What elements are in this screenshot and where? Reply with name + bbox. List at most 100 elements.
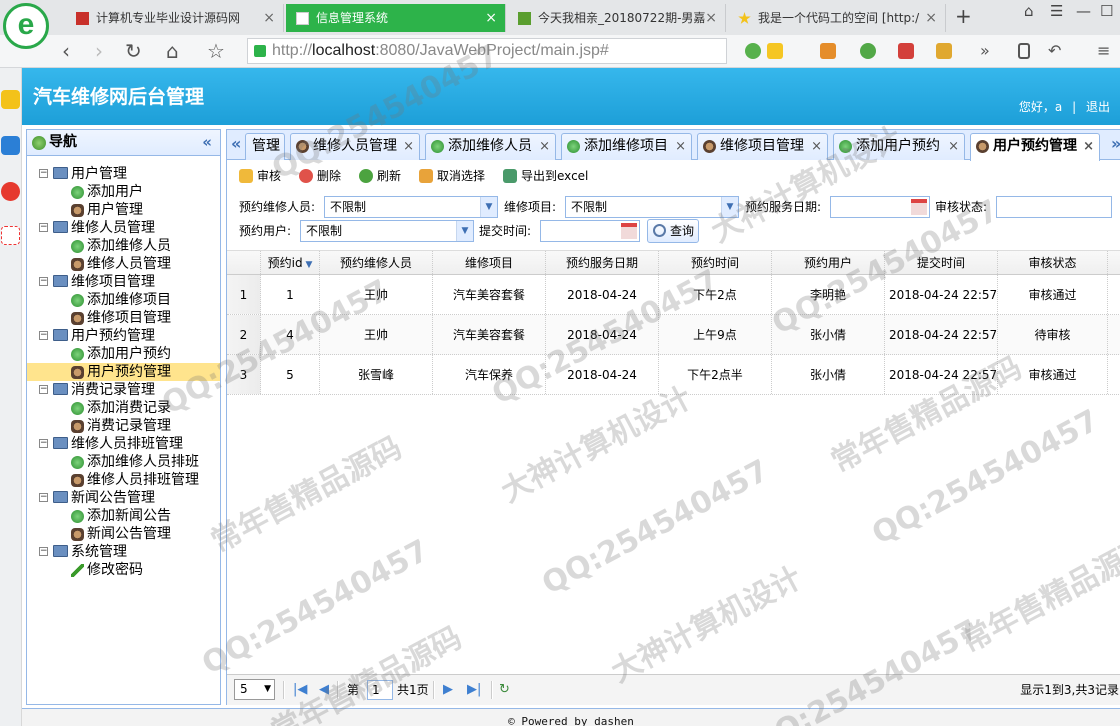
skin-icon[interactable]: ⌂ xyxy=(1024,2,1034,20)
content-tab[interactable]: 管理 × xyxy=(245,133,285,160)
undo-icon[interactable]: ↶ xyxy=(1048,39,1061,63)
close-icon[interactable]: × xyxy=(1083,134,1094,159)
email-icon[interactable] xyxy=(1,226,20,245)
nav-item[interactable]: 修改密码 xyxy=(27,561,220,579)
shield-icon[interactable] xyxy=(860,43,876,59)
table-row[interactable]: 2 4 王帅 汽车美容套餐 2018-04-24 上午9点 张小倩 2018-04-24 22… xyxy=(227,315,1120,355)
close-icon[interactable]: × xyxy=(705,4,717,32)
content-tab[interactable]: 添加维修项目 × xyxy=(561,133,692,160)
column-header[interactable]: 提交时间 xyxy=(885,251,998,274)
submit-time-input[interactable] xyxy=(540,220,640,242)
home-icon[interactable]: ⌂ xyxy=(166,39,179,63)
collapse-toggle-icon[interactable]: − xyxy=(39,385,48,394)
next-page-icon[interactable]: ▶ xyxy=(443,675,453,705)
nav-group[interactable]: − 用户管理 xyxy=(27,165,220,183)
refresh-button[interactable]: 刷新 xyxy=(359,166,401,186)
apps-icon[interactable] xyxy=(820,43,836,59)
collapse-toggle-icon[interactable]: − xyxy=(39,277,48,286)
more-icon[interactable]: » xyxy=(980,39,990,63)
column-header[interactable]: 预约服务日期 xyxy=(546,251,659,274)
close-icon[interactable]: × xyxy=(948,134,959,159)
forward-icon[interactable]: › xyxy=(95,39,103,63)
user-select[interactable]: 不限制 ▼ xyxy=(300,220,474,242)
nav-item[interactable]: 添加维修项目 xyxy=(27,291,220,309)
content-tab[interactable]: 添加维修人员 × xyxy=(425,133,556,160)
nav-item[interactable]: 添加用户预约 xyxy=(27,345,220,363)
prev-page-icon[interactable]: ◀ xyxy=(319,675,329,705)
close-icon[interactable]: × xyxy=(675,134,686,159)
column-header[interactable]: 预约用户 xyxy=(772,251,885,274)
content-tab[interactable]: 添加用户预约 × xyxy=(833,133,965,160)
bookmark-star-icon[interactable]: ☆ xyxy=(207,39,225,63)
chevron-down-icon[interactable]: ▼ xyxy=(480,197,497,217)
close-icon[interactable]: × xyxy=(539,134,550,159)
collapse-toggle-icon[interactable]: − xyxy=(39,439,48,448)
lightning-icon[interactable] xyxy=(767,43,783,59)
collapse-toggle-icon[interactable]: − xyxy=(39,223,48,232)
nav-item[interactable]: 添加维修人员 xyxy=(27,237,220,255)
logout-link[interactable]: 退出 xyxy=(1086,100,1110,114)
export-excel-button[interactable]: 导出到excel xyxy=(503,166,588,186)
nav-group[interactable]: − 新闻公告管理 xyxy=(27,489,220,507)
status-input[interactable] xyxy=(996,196,1112,218)
collapse-toggle-icon[interactable]: − xyxy=(39,493,48,502)
reload-icon[interactable]: ↻ xyxy=(125,39,142,63)
url-input[interactable]: http://localhost:8080/JavaWebProject/mai… xyxy=(247,38,727,64)
menu-icon[interactable]: ☰ xyxy=(1050,2,1063,20)
nav-item[interactable]: 维修项目管理 xyxy=(27,309,220,327)
column-header[interactable]: 预约id ▼ xyxy=(261,251,320,274)
browser-tab-video[interactable]: 今天我相亲_20180722期-男嘉 × xyxy=(508,4,726,32)
close-icon[interactable]: × xyxy=(925,4,937,32)
chevron-down-icon[interactable]: ▼ xyxy=(721,197,738,217)
favorites-icon[interactable] xyxy=(1,90,20,109)
close-icon[interactable]: × xyxy=(268,134,279,159)
nav-item[interactable]: 添加用户 xyxy=(27,183,220,201)
browser-tab-info-system[interactable]: 信息管理系统 × xyxy=(286,4,506,32)
browser-tab-blog[interactable]: 我是一个代码工的空间 [http:/× xyxy=(728,4,946,32)
calendar-icon[interactable] xyxy=(911,199,927,215)
tab-scroll-right-icon[interactable]: » xyxy=(1111,134,1120,153)
page-size-select[interactable]: 5 ▼ xyxy=(234,679,275,700)
collapse-icon[interactable]: « xyxy=(202,130,212,155)
column-header[interactable]: 维修项目 xyxy=(433,251,546,274)
collapse-toggle-icon[interactable]: − xyxy=(39,547,48,556)
close-icon[interactable]: × xyxy=(403,134,414,159)
column-header[interactable]: 预约时间 xyxy=(659,251,772,274)
service-date-input[interactable] xyxy=(830,196,930,218)
maximize-icon[interactable]: ☐ xyxy=(1100,2,1113,20)
close-icon[interactable]: × xyxy=(263,4,275,32)
new-tab-button[interactable]: + xyxy=(955,4,972,28)
unselect-button[interactable]: 取消选择 xyxy=(419,166,485,186)
nav-group[interactable]: − 维修人员管理 xyxy=(27,219,220,237)
nav-item[interactable]: 维修人员管理 xyxy=(27,255,220,273)
project-select[interactable]: 不限制 ▼ xyxy=(565,196,739,218)
nav-group[interactable]: − 维修人员排班管理 xyxy=(27,435,220,453)
nav-group[interactable]: − 消费记录管理 xyxy=(27,381,220,399)
chevron-down-icon[interactable]: ▼ xyxy=(456,221,473,241)
notes-icon[interactable] xyxy=(1,136,20,155)
collapse-toggle-icon[interactable]: − xyxy=(39,169,48,178)
nav-item[interactable]: 添加消费记录 xyxy=(27,399,220,417)
calendar-icon[interactable] xyxy=(621,223,637,239)
tab-scroll-left-icon[interactable]: « xyxy=(231,134,241,153)
nav-item[interactable]: 添加新闻公告 xyxy=(27,507,220,525)
refresh-icon[interactable]: ↻ xyxy=(499,675,510,705)
minimize-icon[interactable]: — xyxy=(1076,2,1091,20)
weibo-icon[interactable] xyxy=(1,182,20,201)
audit-button[interactable]: 审核 xyxy=(239,166,281,186)
content-tab[interactable]: 维修项目管理 × xyxy=(697,133,828,160)
query-button[interactable]: 查询 xyxy=(647,219,699,243)
nav-item[interactable]: 用户管理 xyxy=(27,201,220,219)
delete-button[interactable]: 删除 xyxy=(299,166,341,186)
menu-icon[interactable]: ≡ xyxy=(1097,39,1110,63)
column-header[interactable]: 预约维修人员 xyxy=(320,251,433,274)
table-row[interactable]: 3 5 张雪峰 汽车保养 2018-04-24 下午2点半 张小倩 2018-04-24 22… xyxy=(227,355,1120,395)
close-icon[interactable]: × xyxy=(811,134,822,159)
nav-item[interactable]: 新闻公告管理 xyxy=(27,525,220,543)
screenshot-icon[interactable] xyxy=(936,43,952,59)
close-icon[interactable]: × xyxy=(485,4,497,32)
content-tab[interactable]: 维修人员管理 × xyxy=(290,133,420,160)
speedup-icon[interactable] xyxy=(745,43,761,59)
acrobat-icon[interactable] xyxy=(898,43,914,59)
back-icon[interactable]: ‹ xyxy=(62,39,70,63)
